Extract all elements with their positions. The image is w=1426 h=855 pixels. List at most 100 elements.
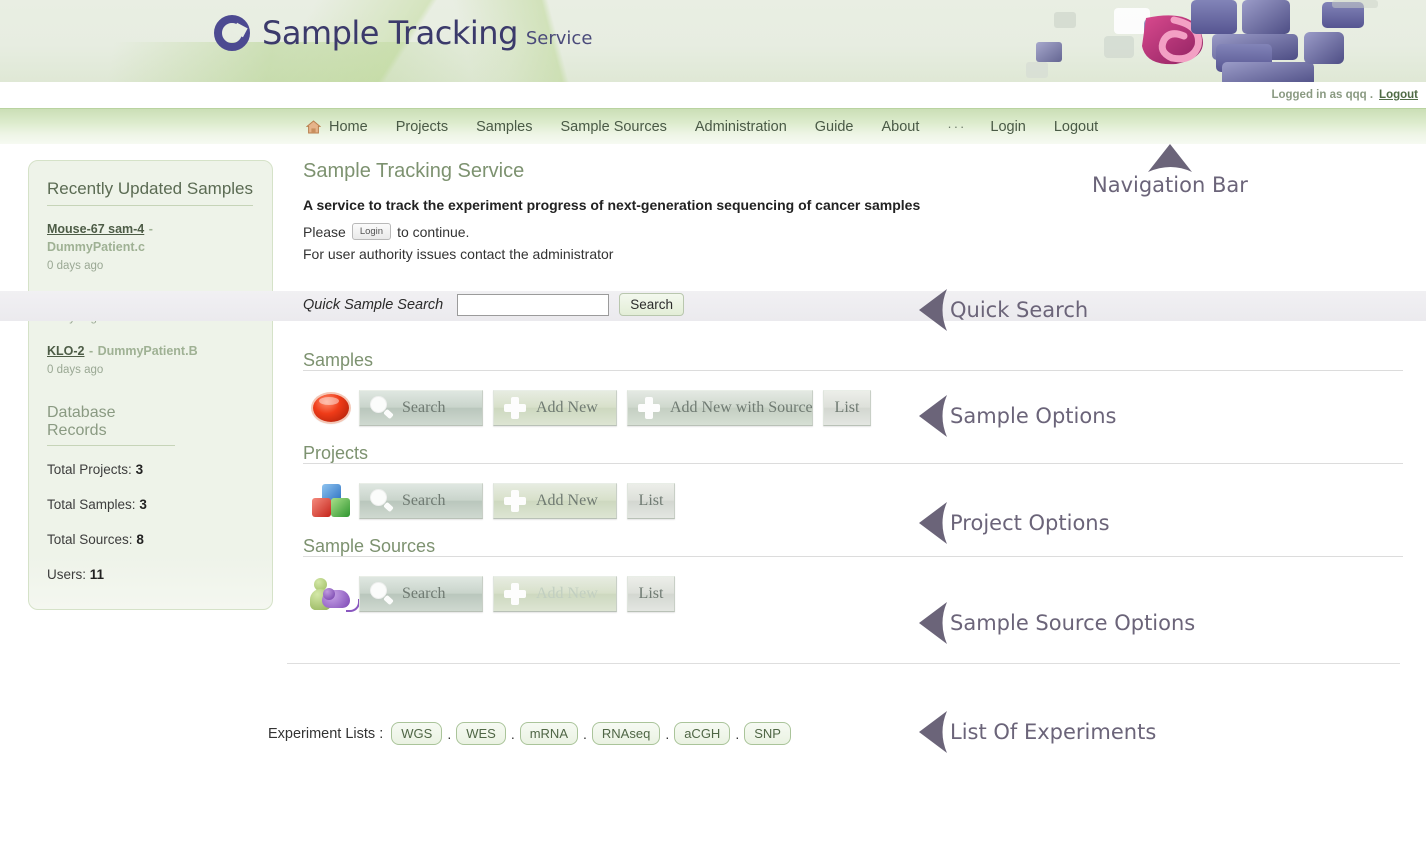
experiment-chip-acgh[interactable]: aCGH (674, 722, 731, 745)
sources-list-button[interactable]: List (627, 576, 675, 612)
db-stat-users: Users: 11 (47, 567, 254, 582)
sources-search-button[interactable]: Search (359, 576, 483, 612)
experiment-chip-wgs[interactable]: WGS (391, 722, 443, 745)
experiment-chip-snp[interactable]: SNP (744, 722, 791, 745)
annotation-quick-search: Quick Search (918, 288, 1088, 332)
separator: - (148, 222, 153, 236)
nav-item-sample-sources[interactable]: Sample Sources (561, 119, 667, 135)
experiment-chip-wes[interactable]: WES (456, 722, 506, 745)
annotation-navigation-bar: Navigation Bar (1092, 143, 1248, 197)
magnifier-icon (368, 395, 394, 421)
project-cubes-icon (303, 484, 359, 518)
list-item[interactable]: Mouse-67 sam-4 - DummyPatient.c 0 days a… (47, 220, 254, 272)
plus-icon (502, 581, 528, 607)
sample-tube-icon (303, 394, 359, 422)
nav-item-label: Home (329, 118, 368, 135)
button-label: Add New (536, 399, 598, 416)
db-stat-value: 3 (139, 497, 147, 512)
projects-list-button[interactable]: List (627, 483, 675, 519)
samples-list-button[interactable]: List (823, 390, 871, 426)
arrow-left-icon (919, 289, 947, 331)
app-logo[interactable]: Sample Tracking Service (214, 14, 592, 52)
samples-search-button[interactable]: Search (359, 390, 483, 426)
db-stat-label: Total Samples: (47, 497, 136, 512)
nav-item-label: Logout (1053, 118, 1099, 135)
sidebar-recent-title: Recently Updated Samples (47, 179, 254, 206)
login-status-bar: Logged in as qqq . Logout (0, 82, 1426, 108)
annotation-sample-source-options: Sample Source Options (918, 601, 1195, 645)
section-samples: Samples Search Add New Add New with Sour… (303, 350, 1403, 443)
db-stat-total-sources: Total Sources: 8 (47, 532, 254, 547)
quick-search-band (0, 291, 1426, 321)
nav-item-label: ··· (947, 119, 967, 134)
recent-sample-name[interactable]: Mouse-67 sam-4 (47, 222, 144, 236)
annotation-label: Sample Options (950, 404, 1117, 428)
nav-item-more[interactable]: ··· (947, 119, 966, 134)
login-prompt-prefix: Please (303, 223, 346, 240)
section-title: Samples (303, 350, 374, 370)
projects-add-new-button[interactable]: Add New (493, 483, 617, 519)
list-item[interactable]: KLO-2 - DummyPatient.B 0 days ago (47, 342, 254, 376)
section-sample-sources: Sample Sources Search Add New List (303, 536, 1403, 629)
search-input[interactable] (457, 293, 610, 316)
db-stat-total-samples: Total Samples: 3 (47, 497, 254, 512)
nav-item-about[interactable]: About (881, 119, 919, 135)
source-mouse-icon (303, 577, 360, 612)
arrow-up-icon (1147, 144, 1192, 172)
login-button[interactable]: Login (351, 223, 392, 240)
recent-sample-age: 0 days ago (47, 260, 104, 272)
page-lead-text: A service to track the experiment progre… (303, 197, 921, 213)
separator: . (735, 725, 740, 742)
annotation-label: List Of Experiments (950, 720, 1157, 744)
samples-add-new-button[interactable]: Add New (493, 390, 617, 426)
recent-sample-age: 0 days ago (47, 364, 104, 376)
nav-item-samples[interactable]: Samples (476, 119, 532, 135)
nav-item-label: Sample Sources (560, 118, 667, 135)
sources-add-new-button[interactable]: Add New (493, 576, 617, 612)
db-stat-value: 3 (135, 462, 144, 477)
nav-item-administration[interactable]: Administration (695, 119, 787, 135)
experiment-chip-rnaseq[interactable]: RNAseq (591, 722, 661, 745)
section-actions-row: Search Add New List (303, 557, 1403, 629)
nav-item-label: Administration (694, 118, 787, 135)
nav-item-home[interactable]: Home (305, 118, 368, 135)
projects-search-button[interactable]: Search (359, 483, 483, 519)
sidebar-db-title: Database Records (47, 404, 175, 446)
section-title: Projects (303, 443, 369, 463)
recent-sample-name[interactable]: KLO-2 (47, 344, 85, 358)
db-stat-value: 8 (136, 532, 144, 547)
logo-main: Sample Tracking (262, 14, 518, 52)
button-label: Search (402, 585, 446, 602)
experiment-lists-label: Experiment Lists : (268, 725, 384, 742)
nav-item-projects[interactable]: Projects (396, 119, 448, 135)
annotation-label: Project Options (950, 511, 1110, 535)
annotation-project-options: Project Options (918, 501, 1110, 545)
annotation-label: Navigation Bar (1092, 173, 1248, 197)
logo-text: Sample Tracking Service (262, 14, 592, 52)
nav-item-label: About (881, 118, 920, 135)
login-status-text: Logged in as qqq . (1271, 89, 1374, 101)
nav-item-label: Projects (395, 118, 449, 135)
admin-note: For user authority issues contact the ad… (303, 246, 614, 262)
logout-link[interactable]: Logout (1379, 89, 1418, 101)
button-label: Search (402, 492, 446, 509)
db-stat-total-projects: Total Projects: 3 (47, 462, 254, 477)
annotation-label: Quick Search (950, 298, 1089, 322)
button-label: Add New with Source (670, 399, 813, 416)
button-label: Add New (536, 492, 598, 509)
logo-sub: Service (525, 28, 593, 49)
header-banner: Sample Tracking Service (0, 0, 1426, 82)
nav-item-logout[interactable]: Logout (1054, 119, 1098, 135)
nav-item-login[interactable]: Login (990, 119, 1025, 135)
plus-icon (636, 395, 662, 421)
button-label: Add New (536, 585, 598, 602)
quick-search-bar: Quick Sample Search Search (303, 293, 685, 316)
page-root: Sample Tracking Service Logged in as qqq… (0, 0, 1426, 855)
sections-container: Samples Search Add New Add New with Sour… (303, 350, 1403, 629)
experiment-chip-mrna[interactable]: mRNA (519, 722, 578, 745)
samples-add-new-with-source-button[interactable]: Add New with Source (627, 390, 813, 426)
search-button[interactable]: Search (619, 293, 685, 316)
experiments-divider (287, 663, 1400, 664)
nav-item-guide[interactable]: Guide (815, 119, 854, 135)
banner-graphic-svg (1026, 0, 1378, 82)
